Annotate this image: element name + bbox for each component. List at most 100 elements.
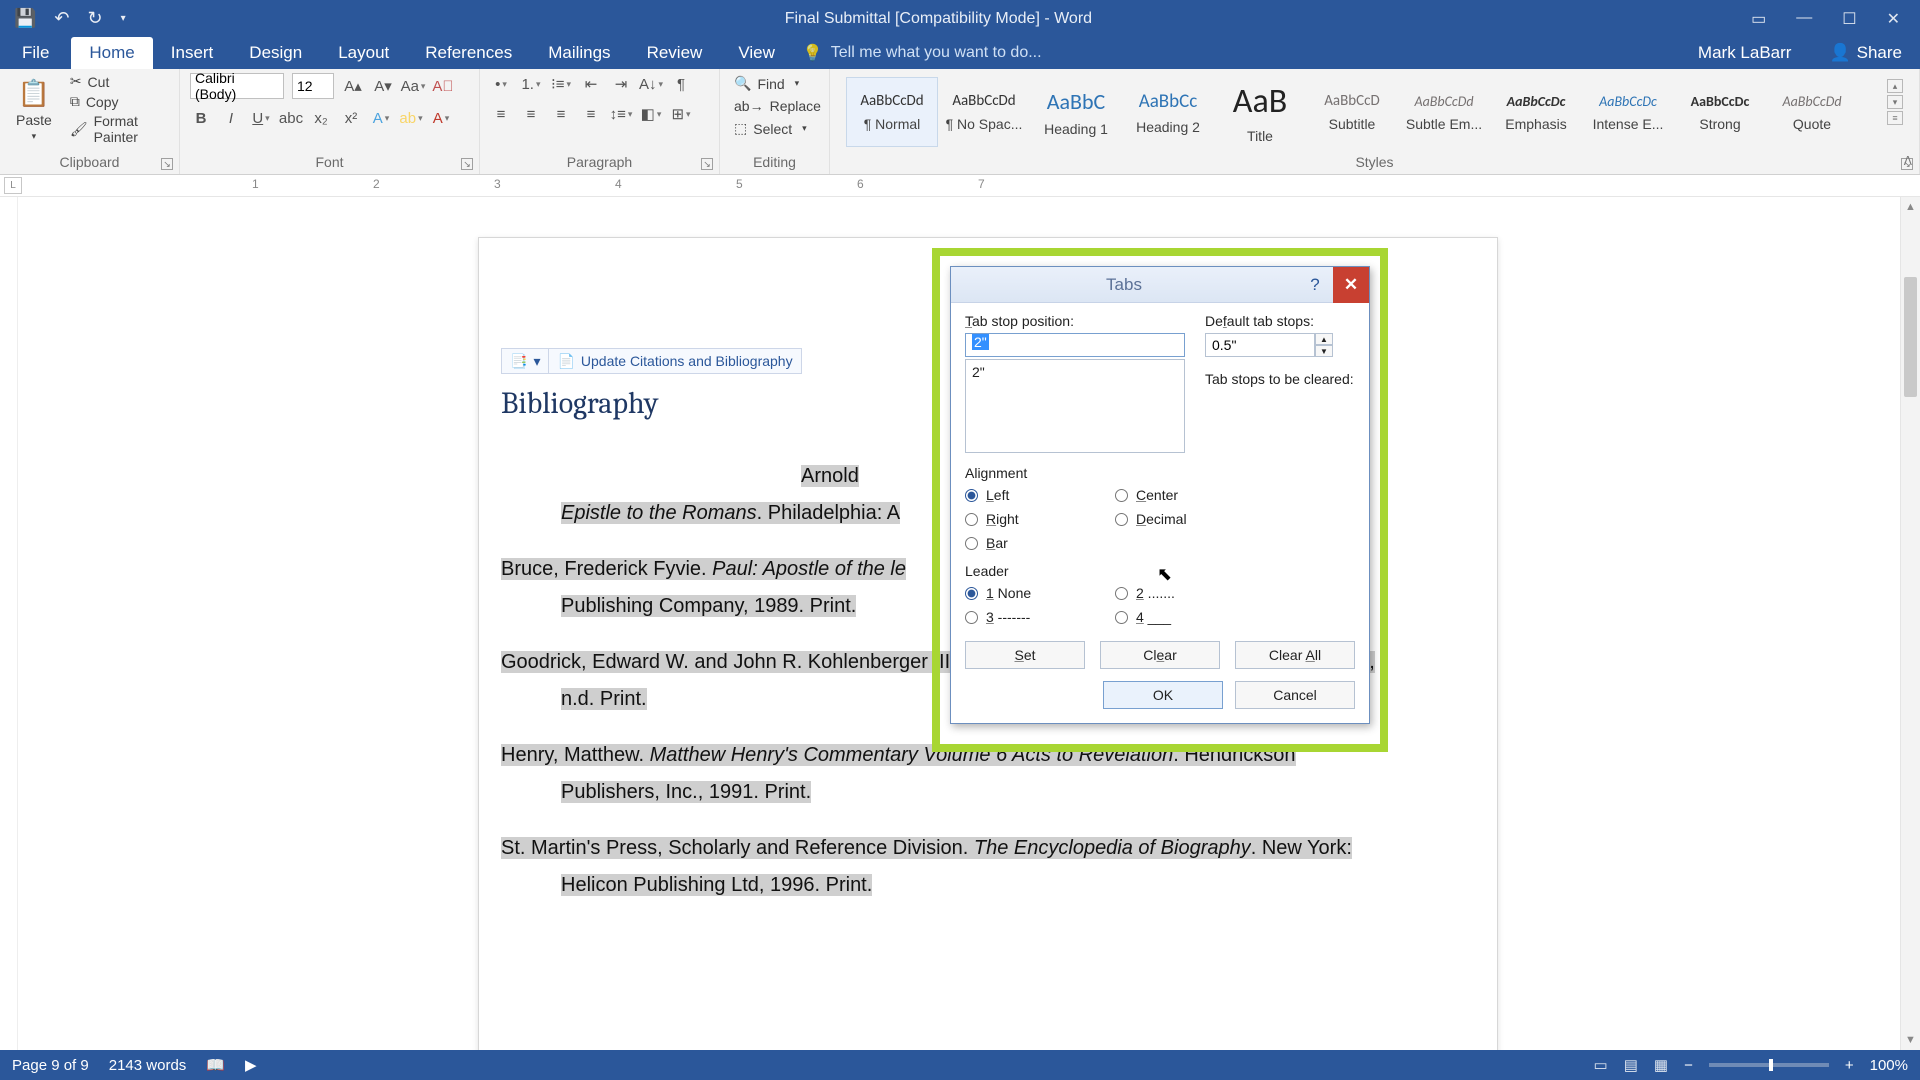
paste-button[interactable]: 📋Paste▾: [10, 73, 58, 146]
leader-2-radio[interactable]: 2 .......: [1115, 585, 1225, 601]
style--no-spac-[interactable]: AaBbCcDd¶ No Spac...: [938, 77, 1030, 147]
tab-insert[interactable]: Insert: [153, 37, 232, 69]
font-color-icon[interactable]: A: [430, 107, 452, 129]
font-launcher[interactable]: ↘: [461, 158, 473, 170]
default-tab-stops-input[interactable]: [1205, 333, 1315, 357]
word-count[interactable]: 2143 words: [109, 1057, 187, 1074]
dialog-titlebar[interactable]: Tabs ? ✕: [951, 267, 1369, 303]
tab-review[interactable]: Review: [629, 37, 721, 69]
highlight-icon[interactable]: ab: [400, 107, 422, 129]
clipboard-launcher[interactable]: ↘: [161, 158, 173, 170]
bibliography-menu-button[interactable]: 📑▾: [502, 349, 549, 373]
italic-icon[interactable]: I: [220, 107, 242, 129]
superscript-icon[interactable]: x²: [340, 107, 362, 129]
alignment-bar-radio[interactable]: Bar: [965, 535, 1075, 551]
style-subtle-em-[interactable]: AaBbCcDdSubtle Em...: [1398, 77, 1490, 147]
align-center-icon[interactable]: ≡: [520, 103, 542, 125]
select-button[interactable]: ⬚Select▾: [730, 120, 819, 137]
tab-selector[interactable]: L: [4, 177, 22, 194]
redo-icon[interactable]: ↻: [88, 8, 103, 29]
style-heading-1[interactable]: AaBbCHeading 1: [1030, 77, 1122, 147]
qat-customize-icon[interactable]: ▾: [121, 13, 126, 24]
sort-icon[interactable]: A↓: [640, 73, 662, 95]
zoom-level[interactable]: 100%: [1870, 1057, 1908, 1074]
increase-indent-icon[interactable]: ⇥: [610, 73, 632, 95]
spin-down-icon[interactable]: ▼: [1315, 345, 1333, 357]
text-effects-icon[interactable]: A: [370, 107, 392, 129]
replace-button[interactable]: ab→Replace: [730, 98, 819, 114]
numbering-icon[interactable]: 1.: [520, 73, 542, 95]
tab-layout[interactable]: Layout: [320, 37, 407, 69]
collapse-ribbon-icon[interactable]: ᐱ: [1904, 154, 1912, 168]
help-icon[interactable]: ?: [1297, 267, 1333, 303]
grow-font-icon[interactable]: A▴: [342, 75, 364, 97]
style--normal[interactable]: AaBbCcDd¶ Normal: [846, 77, 938, 147]
tab-stop-position-input[interactable]: 2": [965, 333, 1185, 357]
account-name[interactable]: Mark LaBarr: [1678, 37, 1812, 69]
line-spacing-icon[interactable]: ↕≡: [610, 103, 632, 125]
dialog-close-icon[interactable]: ✕: [1333, 267, 1369, 303]
zoom-out-icon[interactable]: −: [1684, 1057, 1693, 1074]
close-icon[interactable]: ✕: [1887, 9, 1900, 29]
leader-1-radio[interactable]: 1 None: [965, 585, 1075, 601]
tab-stop-list[interactable]: 2": [965, 359, 1185, 453]
show-hide-icon[interactable]: ¶: [670, 73, 692, 95]
clear-all-button[interactable]: Clear All: [1235, 641, 1355, 669]
web-layout-icon[interactable]: ▦: [1654, 1056, 1668, 1074]
macro-icon[interactable]: ▶: [245, 1056, 257, 1074]
font-name-combo[interactable]: Calibri (Body): [190, 73, 284, 99]
font-size-combo[interactable]: 12: [292, 73, 334, 99]
tab-file[interactable]: File: [0, 37, 71, 69]
format-painter-button[interactable]: 🖌Format Painter: [66, 113, 169, 145]
alignment-left-radio[interactable]: Left: [965, 487, 1075, 503]
bold-icon[interactable]: B: [190, 107, 212, 129]
change-case-icon[interactable]: Aa: [402, 75, 424, 97]
scroll-thumb[interactable]: [1904, 277, 1917, 397]
paragraph-launcher[interactable]: ↘: [701, 158, 713, 170]
justify-icon[interactable]: ≡: [580, 103, 602, 125]
align-left-icon[interactable]: ≡: [490, 103, 512, 125]
underline-icon[interactable]: U: [250, 107, 272, 129]
decrease-indent-icon[interactable]: ⇤: [580, 73, 602, 95]
align-right-icon[interactable]: ≡: [550, 103, 572, 125]
subscript-icon[interactable]: x₂: [310, 107, 332, 129]
tab-stop-list-item[interactable]: 2": [972, 364, 1178, 380]
style-strong[interactable]: AaBbCcDcStrong: [1674, 77, 1766, 147]
bullets-icon[interactable]: •: [490, 73, 512, 95]
save-icon[interactable]: 💾: [14, 8, 36, 29]
styles-gallery-scroll[interactable]: ▴▾≡: [1887, 73, 1905, 125]
zoom-in-icon[interactable]: +: [1845, 1057, 1854, 1074]
share-button[interactable]: 👤Share: [1811, 37, 1920, 69]
minimize-icon[interactable]: —: [1796, 9, 1812, 29]
leader-4-radio[interactable]: 4 ___: [1115, 609, 1225, 625]
copy-button[interactable]: ⧉Copy: [66, 93, 169, 110]
tab-mailings[interactable]: Mailings: [530, 37, 628, 69]
shading-icon[interactable]: ◧: [640, 103, 662, 125]
alignment-right-radio[interactable]: Right: [965, 511, 1075, 527]
borders-icon[interactable]: ⊞: [670, 103, 692, 125]
shrink-font-icon[interactable]: A▾: [372, 75, 394, 97]
style-intense-e-[interactable]: AaBbCcDcIntense E...: [1582, 77, 1674, 147]
scroll-down-icon[interactable]: ▼: [1901, 1030, 1920, 1050]
ok-button[interactable]: OK: [1103, 681, 1223, 709]
tab-references[interactable]: References: [407, 37, 530, 69]
zoom-slider[interactable]: [1709, 1063, 1829, 1067]
scroll-up-icon[interactable]: ▲: [1901, 197, 1920, 217]
style-title[interactable]: AaBTitle: [1214, 77, 1306, 147]
tab-home[interactable]: Home: [71, 37, 152, 69]
styles-gallery[interactable]: AaBbCcDd¶ NormalAaBbCcDd¶ No Spac...AaBb…: [840, 73, 1887, 147]
style-subtitle[interactable]: AaBbCcDSubtitle: [1306, 77, 1398, 147]
strikethrough-icon[interactable]: abc: [280, 107, 302, 129]
maximize-icon[interactable]: ☐: [1842, 9, 1856, 29]
multilevel-icon[interactable]: ⁝≡: [550, 73, 572, 95]
spellcheck-icon[interactable]: 📖: [206, 1056, 225, 1074]
ruler-horizontal[interactable]: L 1234567: [0, 175, 1920, 197]
style-quote[interactable]: AaBbCcDdQuote: [1766, 77, 1858, 147]
tab-view[interactable]: View: [720, 37, 793, 69]
read-mode-icon[interactable]: ▭: [1594, 1056, 1608, 1074]
cancel-button[interactable]: Cancel: [1235, 681, 1355, 709]
print-layout-icon[interactable]: ▤: [1624, 1056, 1638, 1074]
tab-design[interactable]: Design: [231, 37, 320, 69]
clear-button[interactable]: Clear: [1100, 641, 1220, 669]
find-button[interactable]: 🔍Find▾: [730, 75, 819, 92]
